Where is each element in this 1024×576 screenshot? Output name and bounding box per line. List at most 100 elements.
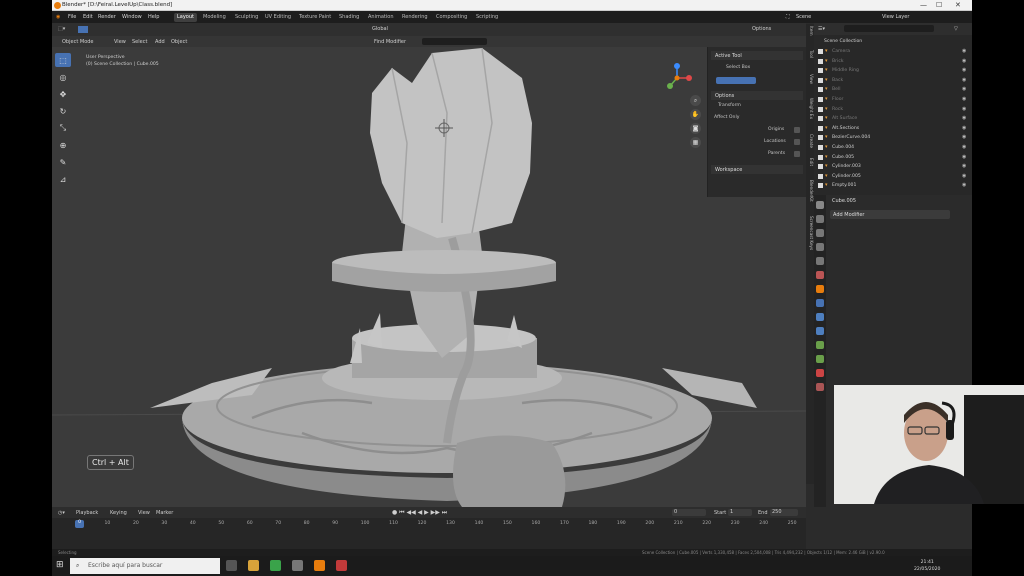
- task-view-icon[interactable]: [226, 560, 237, 571]
- material-props-tab-icon[interactable]: [816, 369, 824, 377]
- scene-props-tab-icon[interactable]: [816, 257, 824, 265]
- workspace-header[interactable]: Workspace: [711, 165, 803, 174]
- eye-icon[interactable]: ◉: [962, 182, 966, 188]
- outliner-row[interactable]: ▾ Camera ◉: [814, 47, 972, 56]
- rotate-tool-icon[interactable]: ↻: [55, 104, 71, 118]
- visibility-checkbox[interactable]: [818, 97, 823, 102]
- measure-tool-icon[interactable]: ⊿: [55, 172, 71, 186]
- locations-checkbox[interactable]: [794, 139, 800, 145]
- visibility-checkbox[interactable]: [818, 183, 823, 189]
- outliner-row[interactable]: ▾ Alt Surface ◉: [814, 114, 972, 123]
- viewport-menu-add[interactable]: Add: [155, 39, 165, 45]
- sidebar-tab-screencast[interactable]: Screencast Keys: [806, 216, 814, 250]
- visibility-checkbox[interactable]: [818, 106, 823, 112]
- active-tool-name[interactable]: Select Box: [726, 65, 750, 70]
- outliner-type-icon[interactable]: ☰▾: [818, 26, 825, 32]
- eye-icon[interactable]: ◉: [962, 67, 966, 73]
- eye-icon[interactable]: ◉: [962, 106, 966, 112]
- taskbar-clock[interactable]: 21:41 22/05/2020: [914, 559, 940, 573]
- sidebar-tab-tool[interactable]: Tool: [806, 50, 814, 58]
- outliner-row[interactable]: ▾ Bell ◉: [814, 85, 972, 94]
- outliner-row[interactable]: ▾ Rock ◉: [814, 105, 972, 114]
- blender-menu-icon[interactable]: ◉: [56, 14, 60, 20]
- eye-icon[interactable]: ◉: [962, 173, 966, 179]
- perspective-grid-icon[interactable]: ▦: [690, 137, 701, 148]
- visibility-checkbox[interactable]: [818, 49, 823, 54]
- eye-icon[interactable]: ◉: [962, 154, 966, 160]
- playback-controls-icon[interactable]: ● ⏮ ◀◀ ◀ ▶ ▶▶ ⏭: [392, 509, 447, 517]
- sidebar-tab-edit[interactable]: Edit: [806, 158, 814, 166]
- object-props-tab-icon[interactable]: [816, 285, 824, 293]
- eye-icon[interactable]: ◉: [962, 58, 966, 64]
- select-mode-buttons[interactable]: [716, 77, 756, 84]
- sidebar-tab-item[interactable]: Item: [806, 26, 814, 36]
- filter-icon[interactable]: ▽: [954, 26, 958, 32]
- world-props-tab-icon[interactable]: [816, 271, 824, 279]
- physics-props-tab-icon[interactable]: [816, 327, 824, 335]
- sidebar-tab-weight[interactable]: Weight Ex: [806, 98, 814, 119]
- eye-icon[interactable]: ◉: [962, 86, 966, 92]
- visibility-checkbox[interactable]: [818, 154, 823, 160]
- current-frame-field[interactable]: 0: [672, 509, 706, 516]
- outliner-root[interactable]: Scene Collection: [814, 37, 972, 46]
- visibility-checkbox[interactable]: [818, 77, 823, 83]
- data-props-tab-icon[interactable]: [816, 355, 824, 363]
- eye-icon[interactable]: ◉: [962, 134, 966, 140]
- outliner-row[interactable]: ▾ Cube.004 ◉: [814, 143, 972, 152]
- particles-props-tab-icon[interactable]: [816, 313, 824, 321]
- scene-icon[interactable]: ⛶: [786, 14, 790, 20]
- workspace-tab-layout[interactable]: Layout: [174, 13, 197, 22]
- orientation-dropdown[interactable]: Global: [372, 26, 388, 32]
- app-icon[interactable]: [292, 560, 303, 571]
- file-explorer-icon[interactable]: [248, 560, 259, 571]
- eye-icon[interactable]: ◉: [962, 144, 966, 150]
- sidebar-tab-blenderkit[interactable]: BlenderKit: [806, 180, 814, 202]
- outliner-row[interactable]: ▾ Brick ◉: [814, 57, 972, 66]
- viewport-menu-select[interactable]: Select: [132, 39, 147, 45]
- end-frame-field[interactable]: 250: [770, 509, 798, 516]
- texture-props-tab-icon[interactable]: [816, 383, 824, 391]
- visibility-checkbox[interactable]: [818, 58, 823, 64]
- pan-hand-icon[interactable]: ✋: [690, 109, 701, 120]
- maximize-button[interactable]: ☐: [936, 1, 942, 9]
- outliner-row[interactable]: ▾ Cube.005 ◉: [814, 153, 972, 162]
- active-tool-header[interactable]: Active Tool: [711, 51, 803, 60]
- navigation-gizmo[interactable]: [662, 63, 692, 93]
- outliner-row[interactable]: ▾ Back ◉: [814, 76, 972, 85]
- eye-icon[interactable]: ◉: [962, 96, 966, 102]
- menu-help[interactable]: Help: [148, 14, 159, 20]
- chrome-icon[interactable]: [270, 560, 281, 571]
- constraints-props-tab-icon[interactable]: [816, 341, 824, 349]
- view-layer-selector[interactable]: View Layer: [882, 14, 909, 20]
- output-props-tab-icon[interactable]: [816, 229, 824, 237]
- visibility-checkbox[interactable]: [818, 145, 823, 150]
- outliner-row[interactable]: ▾ BezierCurve.004 ◉: [814, 133, 972, 142]
- outliner-row[interactable]: ▾ Empty.001 ◉: [814, 181, 972, 190]
- outliner-search-input[interactable]: [844, 25, 934, 32]
- workspace-tab-modeling[interactable]: Modeling: [200, 13, 229, 22]
- transform-subheader[interactable]: Transform: [718, 103, 741, 108]
- close-button[interactable]: ✕: [955, 1, 961, 9]
- viewport-menu-object[interactable]: Object: [171, 39, 187, 45]
- object-mode-dropdown[interactable]: Object Mode: [62, 39, 94, 45]
- eye-icon[interactable]: ◉: [962, 77, 966, 83]
- workspace-tab-sculpting[interactable]: Sculpting: [232, 13, 261, 22]
- sidebar-tab-view[interactable]: View: [806, 74, 814, 84]
- scene-selector[interactable]: Scene: [796, 14, 811, 20]
- 3d-viewport[interactable]: ⬚▾ Global Options Object Mode View Selec…: [52, 23, 806, 507]
- viewport-menu-view[interactable]: View: [114, 39, 126, 45]
- scale-tool-icon[interactable]: ⤡: [55, 121, 71, 135]
- visibility-checkbox[interactable]: [818, 173, 823, 179]
- outliner-row[interactable]: ▾ Middle Ring ◉: [814, 66, 972, 75]
- blender-taskbar-icon[interactable]: [314, 560, 325, 571]
- taskbar-search-input[interactable]: Escribe aquí para buscar: [70, 558, 220, 574]
- annotate-tool-icon[interactable]: ✎: [55, 155, 71, 169]
- origins-checkbox[interactable]: [794, 127, 800, 133]
- workspace-tab-rendering[interactable]: Rendering: [399, 13, 431, 22]
- timeline-menu-playback[interactable]: Playback: [76, 510, 98, 516]
- select-box-tool-icon[interactable]: ⬚: [55, 53, 71, 67]
- visibility-checkbox[interactable]: [818, 87, 823, 93]
- menu-render[interactable]: Render: [98, 14, 116, 20]
- recorder-taskbar-icon[interactable]: [336, 560, 347, 571]
- menu-window[interactable]: Window: [122, 14, 142, 20]
